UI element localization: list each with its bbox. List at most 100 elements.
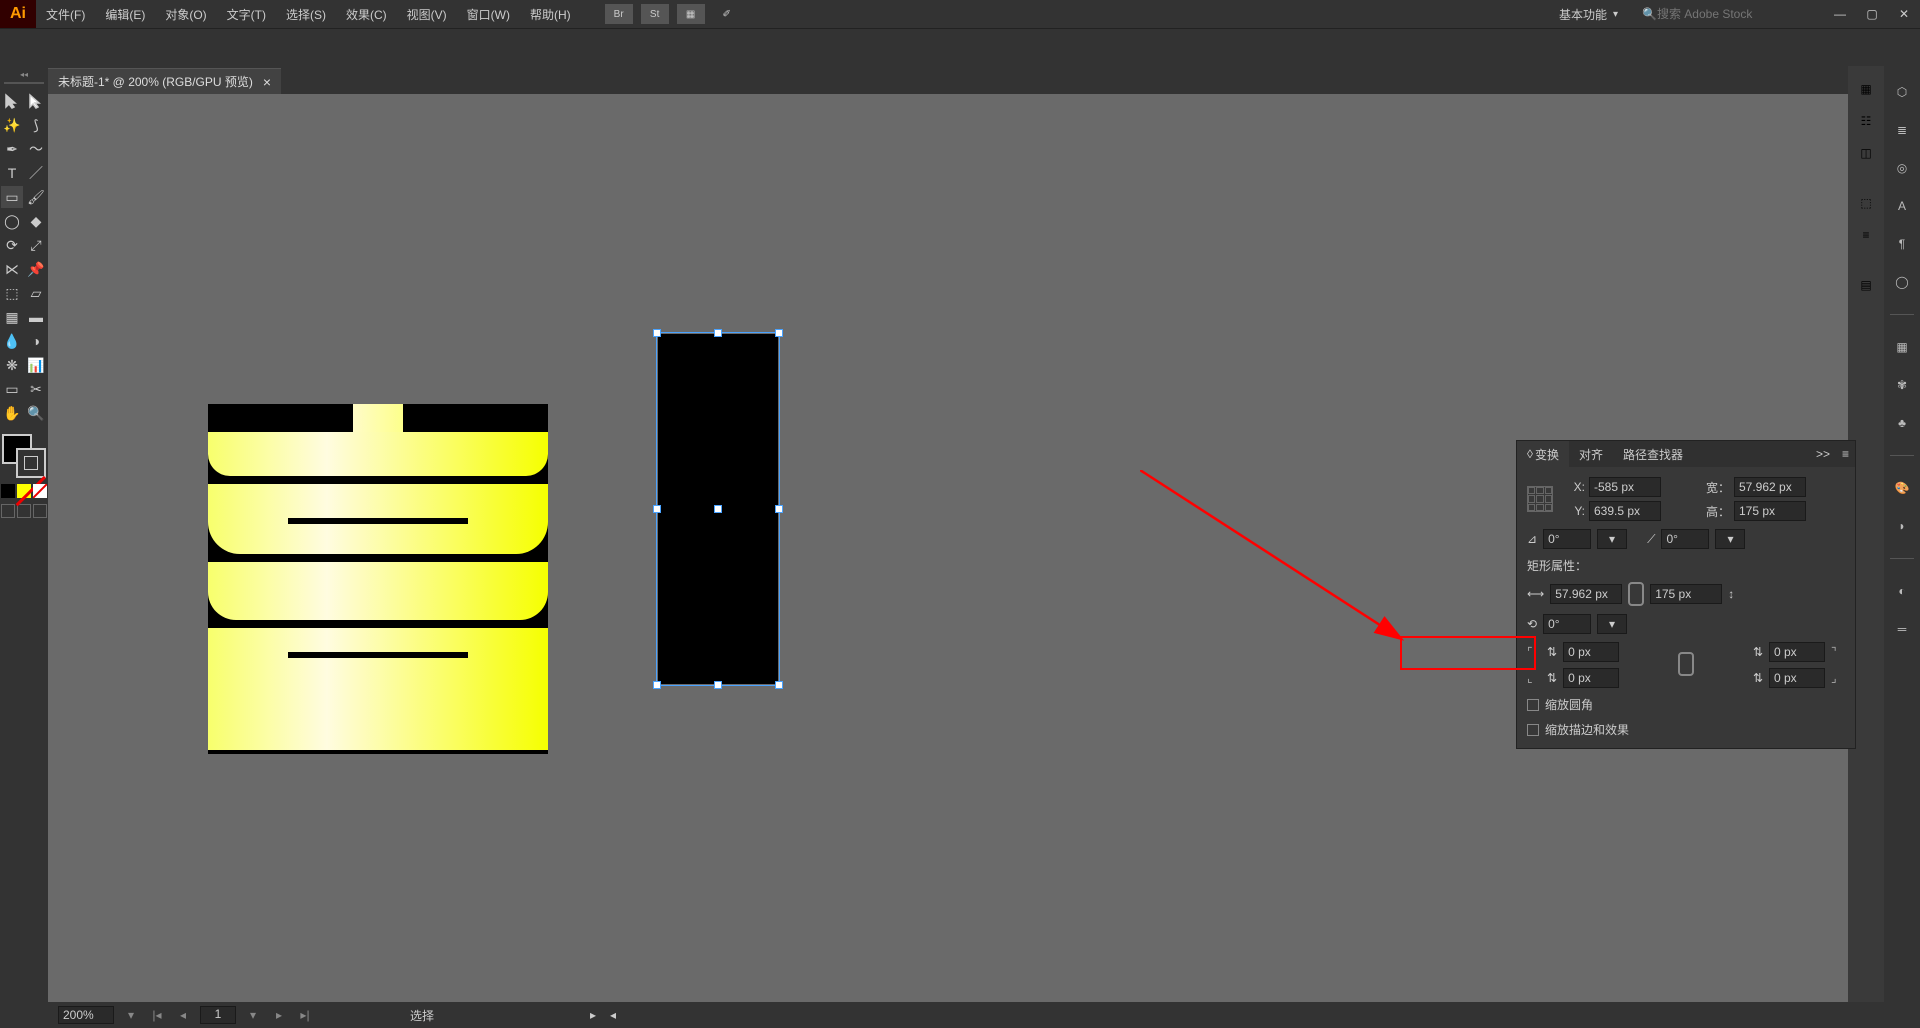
layers-panel-icon[interactable]: ◫ (1860, 146, 1871, 160)
menu-view[interactable]: 视图(V) (397, 0, 457, 28)
rect-width-input[interactable] (1550, 584, 1622, 604)
cc-icon[interactable]: ◎ (1892, 158, 1912, 178)
slice-tool[interactable]: ✂ (25, 378, 47, 400)
scroll-right-icon[interactable]: ◂ (610, 1008, 616, 1022)
collapse-handle[interactable]: ◂◂ (20, 70, 28, 78)
type-panel-icon[interactable]: A (1892, 196, 1912, 216)
perspective-tool[interactable]: ▱ (25, 282, 47, 304)
first-artboard[interactable]: |◂ (148, 1006, 166, 1024)
shear-dropdown[interactable]: ▾ (1715, 529, 1745, 549)
artboard-dropdown[interactable]: ▾ (244, 1006, 262, 1024)
direct-selection-tool[interactable] (25, 90, 47, 112)
tab-transform[interactable]: ◊变换 (1517, 441, 1569, 467)
tab-align[interactable]: 对齐 (1569, 441, 1613, 467)
next-artboard[interactable]: ▸ (270, 1006, 288, 1024)
hand-tool[interactable]: ✋ (1, 402, 23, 424)
paintbrush-tool[interactable]: 🖌 (25, 186, 47, 208)
symbols-icon[interactable]: ♣ (1892, 413, 1912, 433)
shaper-tool[interactable]: ◯ (1, 210, 23, 232)
h-input[interactable] (1734, 501, 1806, 521)
stock-search[interactable]: 🔍 (1636, 3, 1816, 25)
bridge-icon[interactable]: Br (605, 4, 633, 24)
corner-link-icon[interactable] (1678, 652, 1694, 676)
stroke-icon[interactable]: ═ (1892, 619, 1912, 639)
minimize-button[interactable]: — (1824, 2, 1856, 26)
draw-inside[interactable] (33, 504, 47, 518)
menu-file[interactable]: 文件(F) (36, 0, 95, 28)
reference-point-grid[interactable] (1527, 486, 1553, 512)
rect-height-input[interactable] (1650, 584, 1722, 604)
curvature-tool[interactable]: ～ (25, 138, 47, 160)
swatch-none[interactable] (33, 484, 47, 498)
search-input[interactable] (1657, 7, 1812, 21)
shape-icon[interactable]: ◗ (1892, 516, 1912, 536)
menu-effect[interactable]: 效果(C) (336, 0, 397, 28)
corner-br-input[interactable] (1769, 668, 1825, 688)
stepper-icon[interactable]: ⇅ (1753, 645, 1763, 659)
stroke-swatch[interactable] (16, 448, 46, 478)
color-icon[interactable]: 🎨 (1892, 478, 1912, 498)
lasso-tool[interactable]: ⟆ (25, 114, 47, 136)
swatch-color[interactable] (1, 484, 15, 498)
mesh-tool[interactable]: ▦ (1, 306, 23, 328)
eraser-tool[interactable]: ◆ (25, 210, 47, 232)
rotate-input[interactable] (1543, 529, 1591, 549)
artboards-panel-icon[interactable]: ⬚ (1860, 196, 1871, 210)
blend-tool[interactable]: ◑ (25, 330, 47, 352)
x-input[interactable] (1589, 477, 1661, 497)
artboard-tool[interactable]: ▭ (1, 378, 23, 400)
eyedropper-tool[interactable]: 💧 (1, 330, 23, 352)
properties-panel-icon[interactable]: ▦ (1860, 82, 1871, 96)
align-panel-icon[interactable]: ≡ (1862, 228, 1869, 242)
y-input[interactable] (1589, 501, 1661, 521)
stepper-icon[interactable]: ⇅ (1753, 671, 1763, 685)
corner-bl-input[interactable] (1563, 668, 1619, 688)
stepper-icon[interactable]: ⇅ (1547, 645, 1557, 659)
prev-artboard[interactable]: ◂ (174, 1006, 192, 1024)
menu-window[interactable]: 窗口(W) (457, 0, 520, 28)
zoom-tool[interactable]: 🔍 (25, 402, 47, 424)
appearance-icon[interactable]: ◯ (1892, 272, 1912, 292)
transparency-icon[interactable]: ◐ (1892, 581, 1912, 601)
last-artboard[interactable]: ▸| (296, 1006, 314, 1024)
corner-tl-input[interactable] (1563, 642, 1619, 662)
zoom-field[interactable]: 200% (58, 1006, 114, 1024)
width-tool[interactable]: ⋉ (1, 258, 23, 280)
scroll-left-icon[interactable]: ▸ (590, 1008, 596, 1022)
menu-select[interactable]: 选择(S) (276, 0, 336, 28)
close-button[interactable]: ✕ (1888, 2, 1920, 26)
maximize-button[interactable]: ▢ (1856, 2, 1888, 26)
rotate-dropdown[interactable]: ▾ (1597, 529, 1627, 549)
menu-help[interactable]: 帮助(H) (520, 0, 581, 28)
rotate-tool[interactable]: ⟳ (1, 234, 23, 256)
link-icon[interactable] (1628, 582, 1644, 606)
zoom-dropdown[interactable]: ▾ (122, 1006, 140, 1024)
line-tool[interactable]: ／ (25, 162, 47, 184)
close-icon[interactable]: × (263, 74, 271, 90)
type-tool[interactable]: T (1, 162, 23, 184)
stepper-icon[interactable]: ⇅ (1547, 671, 1557, 685)
tab-pathfinder[interactable]: 路径查找器 (1613, 441, 1693, 467)
scale-corners-checkbox[interactable] (1527, 699, 1539, 711)
grid-icon[interactable]: ▦ (1892, 337, 1912, 357)
w-input[interactable] (1734, 477, 1806, 497)
draw-normal[interactable] (1, 504, 15, 518)
scale-tool[interactable]: ⤢ (25, 234, 47, 256)
scale-strokes-checkbox[interactable] (1527, 724, 1539, 736)
rect-rotate-input[interactable] (1543, 614, 1591, 634)
layers-icon[interactable]: ≣ (1892, 120, 1912, 140)
corner-tr-input[interactable] (1769, 642, 1825, 662)
feather-icon[interactable]: ✐ (713, 4, 741, 24)
artboard-number[interactable]: 1 (200, 1006, 236, 1024)
panel-menu-icon[interactable]: ≡ (1836, 447, 1855, 461)
free-transform-tool[interactable]: ⬚ (1, 282, 23, 304)
rect-rotate-dropdown[interactable]: ▾ (1597, 614, 1627, 634)
gradient-tool[interactable]: ▬ (25, 306, 47, 328)
rectangle-tool[interactable]: ▭ (1, 186, 23, 208)
workspace-switcher[interactable]: 基本功能 ▾ (1549, 6, 1628, 23)
magic-wand-tool[interactable]: ✨ (1, 114, 23, 136)
draw-behind[interactable] (17, 504, 31, 518)
puppet-warp-tool[interactable]: 📌 (25, 258, 47, 280)
stock-icon[interactable]: St (641, 4, 669, 24)
paragraph-icon[interactable]: ¶ (1892, 234, 1912, 254)
